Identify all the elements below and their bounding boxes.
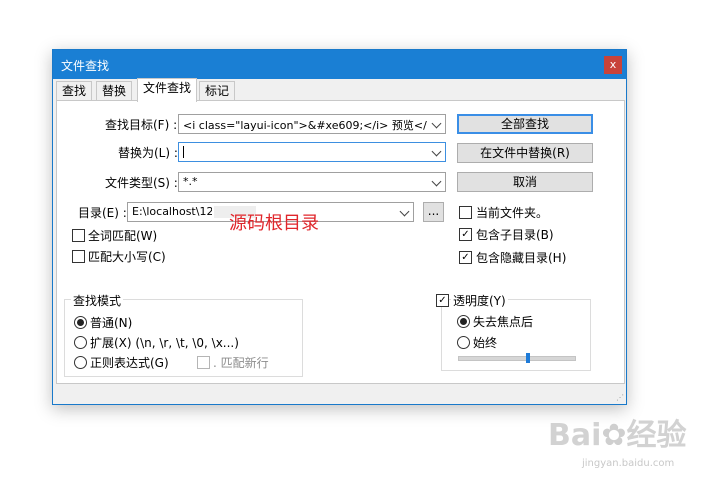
- mode-extended-label: 扩展(X) (\n, \r, \t, \0, \x...): [90, 336, 239, 350]
- replace-combobox[interactable]: [178, 142, 446, 162]
- chevron-down-icon[interactable]: [431, 176, 442, 187]
- close-button[interactable]: x: [604, 56, 622, 74]
- text-cursor: [183, 146, 184, 158]
- resize-grip-icon[interactable]: ⋰: [616, 393, 624, 402]
- match-case-checkbox[interactable]: [72, 250, 85, 263]
- transparency-title: 透明度(Y): [451, 292, 508, 309]
- lose-focus-radio[interactable]: [457, 315, 470, 328]
- watermark-url: jingyan.baidu.com: [582, 458, 675, 469]
- always-radio[interactable]: [457, 336, 470, 349]
- transparency-slider[interactable]: [458, 356, 576, 361]
- tab-mark[interactable]: 标记: [199, 81, 236, 101]
- dot-newline-label: . 匹配新行: [213, 356, 269, 370]
- mode-regex-label: 正则表达式(G): [90, 356, 169, 370]
- include-subdirs-checkbox[interactable]: ✓: [459, 228, 472, 241]
- replace-label: 替换为(L) :: [118, 146, 178, 160]
- mode-normal-label: 普通(N): [90, 316, 133, 330]
- transparency-group: ✓ 透明度(Y) 失去焦点后 始终: [436, 292, 591, 371]
- current-folder-checkbox[interactable]: [459, 206, 472, 219]
- whole-word-checkbox[interactable]: [72, 229, 85, 242]
- include-hidden-label: 包含隐藏目录(H): [476, 251, 567, 265]
- include-subdirs-label: 包含子目录(B): [476, 228, 554, 242]
- tab-panel: 查找目标(F) : <i class="layui-icon">&#xe609;…: [56, 100, 625, 384]
- lose-focus-label: 失去焦点后: [473, 315, 534, 329]
- title-bar[interactable]: 文件查找 x: [53, 50, 626, 79]
- mode-normal-radio[interactable]: [74, 316, 87, 329]
- search-mode-group: 查找模式 普通(N) 扩展(X) (\n, \r, \t, \0, \x...)…: [64, 292, 303, 377]
- find-combobox[interactable]: <i class="layui-icon">&#xe609;</i> 预览</a…: [178, 114, 446, 134]
- transparency-checkbox[interactable]: ✓: [436, 294, 449, 307]
- filetype-label: 文件类型(S) :: [105, 176, 178, 190]
- cancel-button[interactable]: 取消: [457, 172, 593, 192]
- chevron-down-icon[interactable]: [431, 118, 442, 129]
- tab-replace[interactable]: 替换: [96, 81, 133, 101]
- watermark-logo: Bai✿经验: [548, 418, 687, 453]
- find-input[interactable]: <i class="layui-icon">&#xe609;</i> 预览</a…: [183, 117, 427, 133]
- tab-find-in-files[interactable]: 文件查找: [137, 78, 198, 102]
- always-label: 始终: [473, 336, 498, 350]
- mode-extended-radio[interactable]: [74, 336, 87, 349]
- dir-input[interactable]: E:\localhost\12: [132, 205, 212, 218]
- search-mode-title: 查找模式: [71, 292, 124, 309]
- mode-regex-radio[interactable]: [74, 356, 87, 369]
- whole-word-label: 全词匹配(W): [88, 229, 158, 243]
- find-in-files-dialog: 文件查找 x 查找 替换 文件查找 标记 查找目标(F) : <i class=…: [52, 49, 627, 405]
- chevron-down-icon[interactable]: [431, 146, 442, 157]
- window-title: 文件查找: [61, 59, 110, 73]
- transparency-slider-thumb[interactable]: [525, 353, 530, 363]
- tab-find[interactable]: 查找: [56, 81, 93, 101]
- match-case-label: 匹配大小写(C): [88, 250, 166, 264]
- chevron-down-icon[interactable]: [399, 206, 410, 217]
- include-hidden-checkbox[interactable]: ✓: [459, 251, 472, 264]
- browse-button[interactable]: ...: [423, 202, 444, 222]
- status-bar: ⋰: [53, 385, 626, 404]
- find-label: 查找目标(F) :: [105, 118, 178, 132]
- annotation-text: 源码根目录: [229, 213, 319, 234]
- dot-newline-checkbox[interactable]: [197, 356, 210, 369]
- filetype-combobox[interactable]: *.*: [178, 172, 446, 192]
- find-all-button[interactable]: 全部查找: [457, 114, 593, 134]
- dir-label: 目录(E) :: [78, 206, 127, 220]
- replace-in-files-button[interactable]: 在文件中替换(R): [457, 143, 593, 163]
- current-folder-label: 当前文件夹。: [476, 206, 549, 220]
- filetype-input[interactable]: *.*: [183, 175, 198, 188]
